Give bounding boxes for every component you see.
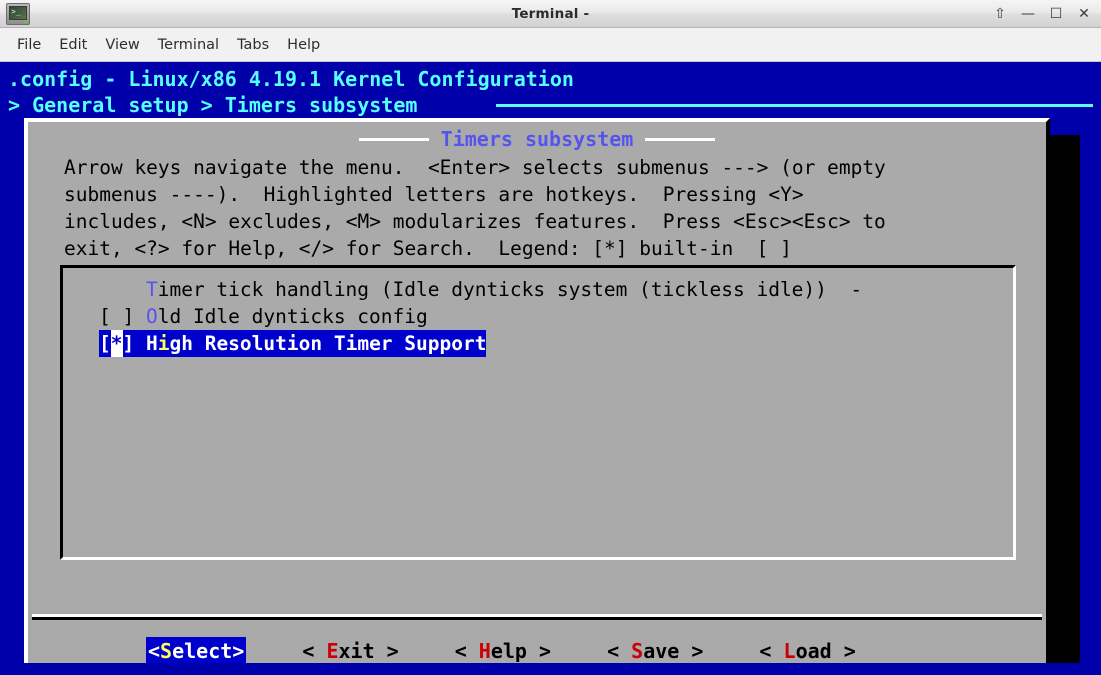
list-item[interactable]: Timer tick handling (Idle dynticks syste… <box>63 276 1013 303</box>
btn-post: ave > <box>643 639 704 663</box>
btn-post: elp > <box>490 639 552 663</box>
btn-key: H <box>478 639 491 663</box>
select-button[interactable]: <Select> <box>146 637 247 665</box>
item-label: gh Resolution Timer Support <box>169 332 487 355</box>
menu-terminal[interactable]: Terminal <box>149 34 228 56</box>
save-button[interactable]: < Save > <box>607 637 703 665</box>
checkbox-cursor[interactable]: * <box>110 330 123 357</box>
menu-edit[interactable]: Edit <box>50 34 96 56</box>
config-option-list[interactable]: Timer tick handling (Idle dynticks syste… <box>60 265 1016 560</box>
help-button[interactable]: < Help > <box>455 637 551 665</box>
btn-pre: < <box>759 639 784 663</box>
item-label: imer tick handling (Idle dynticks system… <box>157 278 863 301</box>
kernel-config-title: .config - Linux/x86 4.19.1 Kernel Config… <box>8 67 574 91</box>
btn-key: E <box>326 639 339 663</box>
dialog-help-text: Arrow keys navigate the menu. <Enter> se… <box>64 154 1024 262</box>
terminal-bottom-strip <box>0 663 1101 675</box>
breadcrumb: > General setup > Timers subsystem <box>8 93 418 117</box>
menu-file[interactable]: File <box>8 34 50 56</box>
breadcrumb-rule <box>496 104 1093 107</box>
list-item-selected[interactable]: [*] High Resolution Timer Support <box>63 330 1013 357</box>
load-button[interactable]: < Load > <box>759 637 855 665</box>
menu-tabs[interactable]: Tabs <box>228 34 278 56</box>
help-line-1: Arrow keys navigate the menu. <Enter> se… <box>64 156 886 179</box>
minimize-button[interactable]: — <box>1015 3 1041 25</box>
help-line-3: includes, <N> excludes, <M> modularizes … <box>64 210 886 233</box>
btn-pre: < <box>454 639 479 663</box>
item-hotkey: O <box>145 305 158 328</box>
terminal-window: >_ Terminal - ⇧ — ☐ ✕ File Edit View Ter… <box>0 0 1101 675</box>
dialog-title-dash-right <box>645 137 716 141</box>
btn-pre: < <box>302 639 327 663</box>
item-hotkey: T <box>145 278 158 301</box>
item-prefix <box>99 278 146 301</box>
item-hotkey: i <box>157 332 170 355</box>
btn-key: L <box>783 639 796 663</box>
item-prefix: [ <box>99 332 111 355</box>
close-button[interactable]: ✕ <box>1071 3 1097 25</box>
window-titlebar: >_ Terminal - ⇧ — ☐ ✕ <box>0 0 1101 28</box>
btn-key: S <box>631 639 644 663</box>
button-separator-dark <box>32 617 1042 620</box>
window-controls: ⇧ — ☐ ✕ <box>987 2 1097 26</box>
list-item[interactable]: [ ] Old Idle dynticks config <box>63 303 1013 330</box>
selected-row: [*] High Resolution Timer Support <box>99 330 487 357</box>
shade-button[interactable]: ⇧ <box>987 3 1013 25</box>
maximize-button[interactable]: ☐ <box>1043 3 1069 25</box>
help-line-4: exit, <?> for Help, </> for Search. Lege… <box>64 237 792 260</box>
item-label: ld Idle dynticks config <box>157 305 428 328</box>
help-line-2: submenus ----). Highlighted letters are … <box>64 183 804 206</box>
dialog-title-dash-left <box>358 137 429 141</box>
menuconfig-dialog: Timers subsystem Arrow keys navigate the… <box>24 118 1050 675</box>
item-prefix: [ ] <box>99 305 146 328</box>
exit-button[interactable]: < Exit > <box>302 637 398 665</box>
btn-pre: < <box>607 639 632 663</box>
window-title: Terminal - <box>511 6 590 22</box>
btn-key: S <box>160 639 173 663</box>
item-prefix-2: ] H <box>122 332 158 355</box>
terminal-canvas[interactable]: .config - Linux/x86 4.19.1 Kernel Config… <box>0 63 1101 675</box>
dialog-title-row: Timers subsystem <box>28 127 1046 151</box>
btn-post: oad > <box>795 639 856 663</box>
btn-post: elect> <box>172 639 245 663</box>
menu-view[interactable]: View <box>96 34 148 56</box>
menubar: File Edit View Terminal Tabs Help <box>0 28 1101 62</box>
btn-post: xit > <box>338 639 399 663</box>
dialog-button-bar: <Select> < Exit > < Help > < Save > < Lo… <box>28 637 1046 665</box>
dialog-title: Timers subsystem <box>440 127 634 151</box>
btn-pre: < <box>148 639 161 663</box>
menu-help[interactable]: Help <box>278 34 329 56</box>
